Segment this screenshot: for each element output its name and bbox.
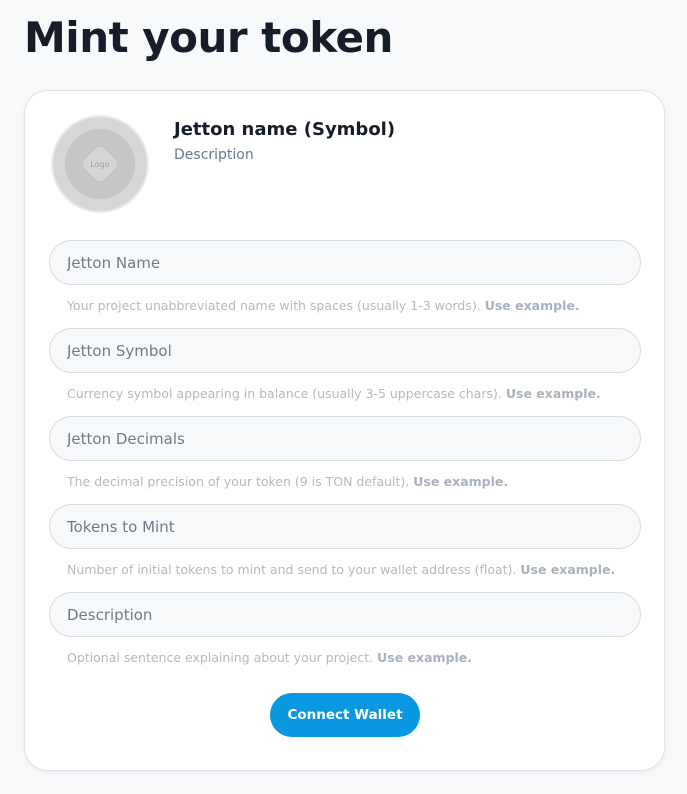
- description-use-example-link[interactable]: Use example.: [377, 650, 472, 665]
- tokens-to-mint-help-text: Number of initial tokens to mint and sen…: [67, 562, 517, 577]
- jetton-decimals-help: The decimal precision of your token (9 i…: [67, 474, 641, 490]
- tokens-to-mint-help: Number of initial tokens to mint and sen…: [67, 562, 641, 578]
- tokens-to-mint-use-example-link[interactable]: Use example.: [520, 562, 615, 577]
- token-preview-description: Description: [174, 147, 254, 163]
- mint-form-card: Logo Jetton name (Symbol) Description Yo…: [24, 90, 665, 771]
- jetton-symbol-use-example-link[interactable]: Use example.: [506, 386, 601, 401]
- jetton-name-help-text: Your project unabbreviated name with spa…: [67, 298, 481, 313]
- jetton-decimals-field-group: The decimal precision of your token (9 i…: [49, 416, 641, 490]
- logo-icon: Logo: [65, 129, 135, 199]
- tokens-to-mint-field-group: Number of initial tokens to mint and sen…: [49, 504, 641, 578]
- jetton-symbol-input[interactable]: [49, 328, 641, 373]
- jetton-decimals-input[interactable]: [49, 416, 641, 461]
- logo-label: Logo: [90, 159, 110, 169]
- jetton-symbol-help: Currency symbol appearing in balance (us…: [67, 386, 641, 402]
- jetton-symbol-field-group: Currency symbol appearing in balance (us…: [49, 328, 641, 402]
- jetton-name-help: Your project unabbreviated name with spa…: [67, 298, 641, 314]
- jetton-decimals-use-example-link[interactable]: Use example.: [413, 474, 508, 489]
- description-help: Optional sentence explaining about your …: [67, 650, 641, 666]
- jetton-name-input[interactable]: [49, 240, 641, 285]
- page-title: Mint your token: [24, 13, 393, 62]
- token-preview: Logo Jetton name (Symbol) Description: [25, 91, 664, 231]
- description-input[interactable]: [49, 592, 641, 637]
- connect-wallet-button[interactable]: Connect Wallet: [270, 693, 420, 737]
- jetton-symbol-help-text: Currency symbol appearing in balance (us…: [67, 386, 502, 401]
- description-help-text: Optional sentence explaining about your …: [67, 650, 374, 665]
- jetton-decimals-help-text: The decimal precision of your token (9 i…: [67, 474, 410, 489]
- jetton-name-use-example-link[interactable]: Use example.: [485, 298, 580, 313]
- token-preview-name: Jetton name (Symbol): [174, 119, 396, 140]
- tokens-to-mint-input[interactable]: [49, 504, 641, 549]
- jetton-name-field-group: Your project unabbreviated name with spa…: [49, 240, 641, 314]
- description-field-group: Optional sentence explaining about your …: [49, 592, 641, 666]
- token-logo-placeholder: Logo: [51, 115, 149, 213]
